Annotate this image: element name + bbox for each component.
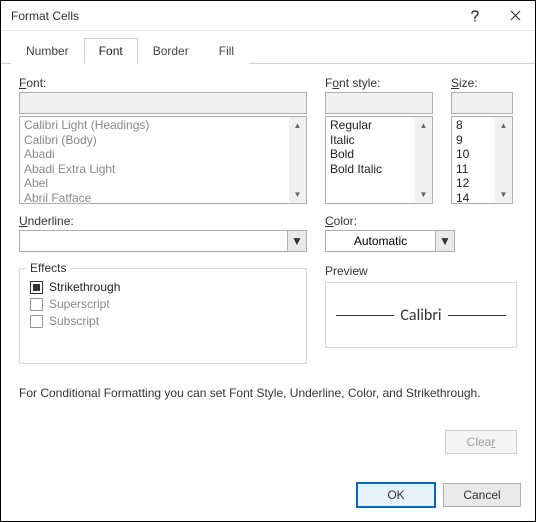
strikethrough-label: Strikethrough: [49, 280, 120, 294]
effects-column: Effects Strikethrough Superscript Subscr…: [19, 264, 307, 364]
list-item[interactable]: Calibri (Body): [22, 133, 304, 148]
effects-label: Effects: [26, 261, 70, 275]
scroll-up-icon[interactable]: ▲: [289, 117, 306, 134]
scroll-up-icon[interactable]: ▲: [495, 117, 512, 134]
font-style-listbox[interactable]: Regular Italic Bold Bold Italic ▲ ▼: [325, 116, 433, 204]
scroll-down-icon[interactable]: ▼: [415, 186, 432, 203]
superscript-label: Superscript: [49, 297, 110, 311]
scroll-track[interactable]: [415, 134, 432, 186]
tab-border[interactable]: Border: [138, 38, 204, 64]
clear-row: Clear: [19, 430, 517, 454]
font-style-input[interactable]: [325, 92, 433, 114]
font-column: Font: Calibri Light (Headings) Calibri (…: [19, 76, 307, 204]
list-item[interactable]: Abel: [22, 176, 304, 191]
preview-label: Preview: [325, 264, 517, 278]
underline-value: [19, 230, 287, 252]
scrollbar[interactable]: ▲ ▼: [415, 117, 432, 203]
close-icon: [510, 10, 521, 21]
titlebar: Format Cells: [1, 1, 535, 31]
help-button[interactable]: [455, 1, 495, 31]
font-label: Font:: [19, 76, 307, 90]
scroll-track[interactable]: [289, 134, 306, 186]
scroll-down-icon[interactable]: ▼: [289, 186, 306, 203]
font-listbox[interactable]: Calibri Light (Headings) Calibri (Body) …: [19, 116, 307, 204]
scrollbar[interactable]: ▲ ▼: [495, 117, 512, 203]
subscript-checkbox: Subscript: [30, 314, 296, 328]
help-icon: [470, 10, 480, 22]
description-text: For Conditional Formatting you can set F…: [19, 386, 517, 400]
checkbox-icon: [30, 281, 43, 294]
format-cells-dialog: Format Cells Number Font Border Fill Fon…: [0, 0, 536, 522]
scroll-down-icon[interactable]: ▼: [495, 186, 512, 203]
tab-strip: Number Font Border Fill: [1, 31, 535, 64]
color-label: Color:: [325, 214, 455, 228]
checkbox-icon: [30, 315, 43, 328]
underline-column: Underline: ▼: [19, 214, 307, 252]
underline-label: Underline:: [19, 214, 307, 228]
superscript-checkbox: Superscript: [30, 297, 296, 311]
scroll-track[interactable]: [495, 134, 512, 186]
list-item[interactable]: Abril Fatface: [22, 191, 304, 205]
tab-font[interactable]: Font: [84, 38, 138, 64]
scroll-up-icon[interactable]: ▲: [415, 117, 432, 134]
color-dropdown[interactable]: Automatic ▼: [325, 230, 455, 252]
underline-color-row: Underline: ▼ Color: Automatic ▼: [19, 214, 517, 252]
ok-button[interactable]: OK: [357, 483, 435, 507]
color-value: Automatic: [325, 230, 435, 252]
font-list-items: Calibri Light (Headings) Calibri (Body) …: [20, 117, 306, 204]
cancel-button[interactable]: Cancel: [443, 483, 521, 507]
color-column: Color: Automatic ▼: [325, 214, 455, 252]
checkbox-fill-icon: [33, 284, 40, 291]
tab-number[interactable]: Number: [11, 38, 84, 64]
font-row: Font: Calibri Light (Headings) Calibri (…: [19, 76, 517, 204]
tab-fill[interactable]: Fill: [204, 38, 249, 64]
size-input[interactable]: [451, 92, 513, 114]
subscript-label: Subscript: [49, 314, 99, 328]
effects-preview-row: Effects Strikethrough Superscript Subscr…: [19, 264, 517, 364]
font-style-label: Font style:: [325, 76, 433, 90]
size-label: Size:: [451, 76, 513, 90]
clear-button[interactable]: Clear: [445, 430, 517, 454]
preview-column: Preview Calibri: [325, 264, 517, 348]
dialog-title: Format Cells: [11, 9, 455, 23]
preview-box: Calibri: [325, 282, 517, 348]
strikethrough-checkbox[interactable]: Strikethrough: [30, 280, 296, 294]
font-style-column: Font style: Regular Italic Bold Bold Ita…: [325, 76, 433, 204]
list-item[interactable]: Calibri Light (Headings): [22, 118, 304, 133]
chevron-down-icon: ▼: [439, 234, 451, 248]
chevron-down-icon: ▼: [291, 234, 303, 248]
effects-groupbox: Effects Strikethrough Superscript Subscr…: [19, 268, 307, 364]
dropdown-button[interactable]: ▼: [435, 230, 455, 252]
checkbox-icon: [30, 298, 43, 311]
dialog-content: Font: Calibri Light (Headings) Calibri (…: [1, 64, 535, 473]
size-column: Size: 8 9 10 11 12 14 ▲ ▼: [451, 76, 513, 204]
font-input[interactable]: [19, 92, 307, 114]
underline-dropdown[interactable]: ▼: [19, 230, 307, 252]
close-button[interactable]: [495, 1, 535, 31]
preview-sample-text: Calibri: [394, 306, 447, 325]
list-item[interactable]: Abadi Extra Light: [22, 162, 304, 177]
dropdown-button[interactable]: ▼: [287, 230, 307, 252]
list-item[interactable]: Abadi: [22, 147, 304, 162]
scrollbar[interactable]: ▲ ▼: [289, 117, 306, 203]
size-listbox[interactable]: 8 9 10 11 12 14 ▲ ▼: [451, 116, 513, 204]
dialog-footer: OK Cancel: [1, 473, 535, 521]
